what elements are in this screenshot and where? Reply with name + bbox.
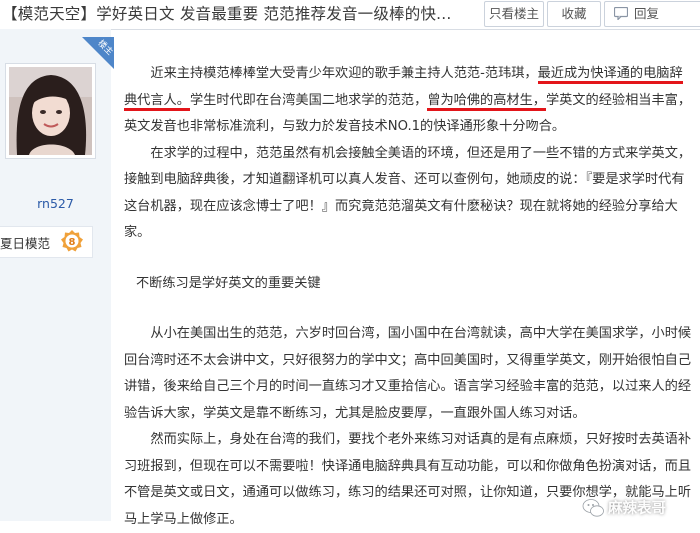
- author-name[interactable]: rn527: [0, 196, 111, 211]
- reply-icon: [614, 7, 628, 20]
- reply-label: 回复: [634, 6, 660, 21]
- section-subtitle: 不断练习是学好英文的重要关键: [136, 275, 321, 291]
- thread-header: 【模范天空】学好英日文 发音最重要 范范推荐发音一级棒的快... 只看楼主 收藏…: [0, 0, 700, 30]
- post-content: 近来主持模范棒棒堂大受青少年欢迎的歌手兼主持人范范-范玮琪，最近成为快译通的电脑…: [124, 61, 694, 533]
- watermark: 麻辣表哥: [582, 496, 700, 520]
- author-panel: 楼主 rn527 夏日模范 8: [0, 29, 114, 521]
- collect-button[interactable]: 收藏: [547, 1, 601, 27]
- post-paragraph-3: 从小在美国出生的范范，六岁时回台湾，国小国中在台湾就读，高中大学在美国求学，小时…: [124, 326, 692, 421]
- avatar-image: [9, 67, 92, 155]
- p1-highlight-harvard: 曾为哈佛的高材生，: [427, 92, 546, 111]
- post-paragraph-2: 在求学的过程中，范范虽然有机会接触全美语的环境，但还是用了一些不错的方式来学英文…: [124, 145, 692, 241]
- level-badge-icon: 8: [61, 230, 83, 252]
- only-host-button[interactable]: 只看楼主: [484, 1, 544, 27]
- watermark-text: 麻辣表哥: [608, 501, 666, 517]
- level-number: 8: [69, 237, 76, 248]
- author-level-name: 夏日模范: [0, 236, 51, 251]
- author-level-box: 夏日模范 8: [0, 226, 93, 258]
- wechat-icon: [582, 499, 604, 517]
- post-paragraph-1: 近来主持模范棒棒堂大受青少年欢迎的歌手兼主持人范范-范玮琪，最近成为快译通的电脑…: [124, 61, 694, 141]
- avatar[interactable]: [5, 63, 96, 159]
- thread-title[interactable]: 【模范天空】学好英日文 发音最重要 范范推荐发音一级棒的快...: [2, 4, 452, 24]
- reply-button[interactable]: 回复: [604, 1, 700, 27]
- p1-text-c: 学生时代即在台湾美国二地求学的范范，: [189, 92, 428, 108]
- p1-text-a: 近来主持模范棒棒堂大受青少年欢迎的歌手兼主持人范范-范玮琪，: [150, 66, 538, 81]
